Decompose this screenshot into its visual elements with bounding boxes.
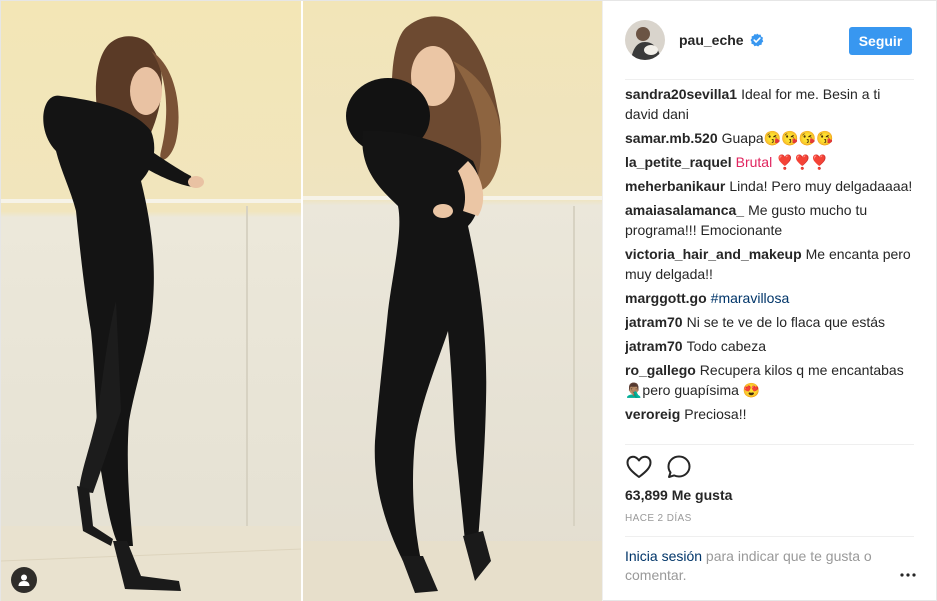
photo-panel-right	[303, 1, 602, 601]
comment-item: amaiasalamanca_ Me gusto mucho tu program…	[625, 200, 915, 240]
comment-item: meherbanikaur Linda! Pero muy delgadaaaa!	[625, 176, 915, 196]
comment-item: victoria_hair_and_makeup Me encanta pero …	[625, 244, 915, 284]
comment-item: sandra20sevilla1 Ideal for me. Besin a ti…	[625, 84, 915, 124]
likes-count[interactable]: 63,899 Me gusta	[625, 487, 732, 503]
comment-author[interactable]: marggott.go	[625, 290, 707, 306]
post-timestamp: HACE 2 DÍAS	[625, 513, 692, 524]
comment-item: jatram70 Ni se te ve de lo flaca que está…	[625, 312, 915, 332]
comments-divider	[625, 444, 914, 445]
comment-icon[interactable]	[665, 453, 693, 481]
header-divider	[625, 79, 914, 80]
instagram-post: pau_eche Seguir sandra20sevilla1 Ideal fo…	[0, 0, 937, 601]
comment-author[interactable]: sandra20sevilla1	[625, 86, 737, 102]
comment-text: Ni se te ve de lo flaca que estás	[686, 314, 886, 330]
heart-icon[interactable]	[625, 453, 653, 481]
more-options-button[interactable]	[898, 567, 918, 583]
comment-text: Linda! Pero muy delgadaaaa!	[729, 178, 913, 194]
user-tag-icon	[18, 574, 30, 586]
more-options-icon	[900, 573, 916, 577]
avatar-image	[625, 20, 665, 60]
login-link[interactable]: Inicia sesión	[625, 548, 702, 564]
footer-divider	[625, 536, 914, 537]
follow-button[interactable]: Seguir	[849, 27, 912, 55]
photo-right-illustration	[303, 1, 602, 601]
photo-left-illustration	[1, 1, 302, 601]
verified-badge-icon	[750, 33, 763, 47]
comment-item: veroreig Preciosa!!	[625, 404, 915, 424]
comment-text: Brutal ❣️❣️❣️	[735, 154, 829, 170]
comment-item: jatram70 Todo cabeza	[625, 336, 915, 356]
comment-text: Guapa😘😘😘😘	[721, 130, 834, 146]
post-photo[interactable]	[1, 1, 602, 601]
comment-author[interactable]: samar.mb.520	[625, 130, 718, 146]
comment-author[interactable]: jatram70	[625, 314, 683, 330]
comment-author[interactable]: amaiasalamanca_	[625, 202, 744, 218]
comment-author[interactable]: veroreig	[625, 406, 680, 422]
comment-hashtag-link[interactable]: #maravillosa	[711, 290, 790, 306]
comment-item: marggott.go #maravillosa	[625, 288, 915, 308]
comment-text: Todo cabeza	[686, 338, 766, 354]
post-sidebar: pau_eche Seguir sandra20sevilla1 Ideal fo…	[602, 1, 937, 601]
post-header: pau_eche Seguir	[603, 1, 937, 79]
comment-author[interactable]: la_petite_raquel	[625, 154, 732, 170]
comment-author[interactable]: meherbanikaur	[625, 178, 725, 194]
comment-item: la_petite_raquel Brutal ❣️❣️❣️	[625, 152, 915, 172]
user-tag-button[interactable]	[11, 567, 37, 593]
action-bar	[625, 453, 705, 481]
login-prompt: Inicia sesión para indicar que te gusta …	[625, 547, 905, 585]
comments-list[interactable]: sandra20sevilla1 Ideal for me. Besin a ti…	[625, 84, 915, 444]
comment-item: samar.mb.520 Guapa😘😘😘😘	[625, 128, 915, 148]
comment-author[interactable]: jatram70	[625, 338, 683, 354]
comment-author[interactable]: ro_gallego	[625, 362, 696, 378]
comment-text: Preciosa!!	[684, 406, 747, 422]
comment-author[interactable]: victoria_hair_and_makeup	[625, 246, 802, 262]
photo-panel-left	[1, 1, 302, 601]
comment-item: ro_gallego Recupera kilos q me encantabas…	[625, 360, 915, 400]
avatar[interactable]	[625, 20, 665, 60]
username-link[interactable]: pau_eche	[679, 32, 744, 48]
